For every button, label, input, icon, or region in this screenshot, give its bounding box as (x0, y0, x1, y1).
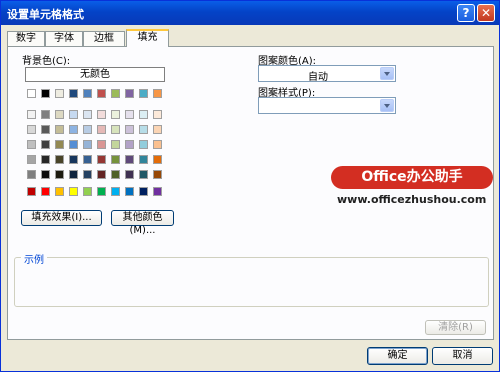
standard-color-swatch[interactable] (125, 187, 134, 196)
window-title: 设置单元格格式 (7, 8, 84, 21)
tint-color-swatch[interactable] (125, 155, 134, 164)
tint-color-swatch[interactable] (41, 110, 50, 119)
sample-group: 示例 (14, 251, 489, 307)
tint-color-swatch[interactable] (69, 125, 78, 134)
tint-color-swatch[interactable] (69, 170, 78, 179)
standard-color-swatch[interactable] (83, 187, 92, 196)
tint-color-swatch[interactable] (111, 155, 120, 164)
tint-color-swatch[interactable] (97, 125, 106, 134)
chevron-down-icon[interactable] (380, 67, 394, 80)
background-color-label: 背景色(C): (22, 56, 71, 67)
tint-color-swatch[interactable] (153, 125, 162, 134)
theme-color-swatch[interactable] (139, 89, 148, 98)
pattern-color-select[interactable]: 自动 (258, 65, 396, 83)
standard-color-swatch[interactable] (27, 187, 36, 196)
theme-color-swatch[interactable] (69, 89, 78, 98)
fill-effects-button[interactable]: 填充效果(I)... (21, 210, 102, 226)
tint-color-swatch[interactable] (153, 110, 162, 119)
theme-color-swatch[interactable] (153, 89, 162, 98)
theme-color-swatch[interactable] (111, 89, 120, 98)
help-icon[interactable]: ? (457, 4, 475, 22)
tint-color-swatch[interactable] (125, 170, 134, 179)
close-icon[interactable]: ✕ (477, 4, 495, 22)
theme-color-swatch[interactable] (27, 89, 36, 98)
tint-color-swatch[interactable] (153, 170, 162, 179)
tint-color-swatch[interactable] (55, 110, 64, 119)
tint-color-swatch[interactable] (139, 140, 148, 149)
tint-color-swatch[interactable] (69, 140, 78, 149)
tint-color-swatch[interactable] (83, 110, 92, 119)
tint-color-swatch[interactable] (27, 140, 36, 149)
clear-button[interactable]: 清除(R) (425, 320, 486, 335)
tint-color-swatch[interactable] (83, 155, 92, 164)
theme-color-swatch[interactable] (41, 89, 50, 98)
tint-color-swatch[interactable] (27, 155, 36, 164)
tint-color-swatch[interactable] (83, 125, 92, 134)
tint-color-swatch[interactable] (125, 110, 134, 119)
format-cells-dialog: 设置单元格格式 ? ✕ 数字 字体 边框 填充 背景色(C): 无颜色 填充效果… (0, 0, 500, 372)
tint-color-swatch[interactable] (97, 155, 106, 164)
tab-font[interactable]: 字体 (45, 31, 83, 46)
tint-color-swatch[interactable] (27, 110, 36, 119)
tint-color-swatch[interactable] (55, 125, 64, 134)
tint-color-swatch[interactable] (41, 170, 50, 179)
tint-color-swatch[interactable] (111, 140, 120, 149)
theme-color-swatch[interactable] (55, 89, 64, 98)
tint-color-swatch[interactable] (41, 140, 50, 149)
tint-color-swatch[interactable] (41, 125, 50, 134)
tint-color-swatch[interactable] (55, 155, 64, 164)
standard-color-swatch[interactable] (139, 187, 148, 196)
tab-number[interactable]: 数字 (7, 31, 45, 46)
tab-border[interactable]: 边框 (83, 31, 125, 46)
tint-color-swatch[interactable] (97, 110, 106, 119)
standard-color-swatch[interactable] (55, 187, 64, 196)
ok-button[interactable]: 确定 (367, 347, 428, 365)
tint-color-swatch[interactable] (139, 155, 148, 164)
watermark-logo: Office办公助手 (331, 166, 493, 189)
chevron-down-icon[interactable] (380, 99, 394, 112)
tint-color-swatch[interactable] (55, 170, 64, 179)
cancel-button[interactable]: 取消 (432, 347, 493, 365)
pattern-style-select[interactable] (258, 97, 396, 114)
standard-color-swatch[interactable] (97, 187, 106, 196)
tint-color-swatch[interactable] (139, 110, 148, 119)
tint-color-swatch[interactable] (125, 140, 134, 149)
tint-color-swatch[interactable] (41, 155, 50, 164)
tint-color-swatch[interactable] (153, 140, 162, 149)
tab-fill[interactable]: 填充 (126, 29, 169, 47)
tint-color-swatch[interactable] (27, 170, 36, 179)
sample-label: 示例 (21, 251, 47, 266)
standard-color-swatch[interactable] (153, 187, 162, 196)
tint-color-swatch[interactable] (27, 125, 36, 134)
tint-color-swatch[interactable] (69, 110, 78, 119)
pattern-color-value: 自动 (308, 72, 328, 83)
tint-color-swatch[interactable] (97, 170, 106, 179)
tint-color-swatch[interactable] (69, 155, 78, 164)
tint-color-swatch[interactable] (97, 140, 106, 149)
standard-color-swatch[interactable] (111, 187, 120, 196)
standard-color-swatch[interactable] (69, 187, 78, 196)
tint-color-swatch[interactable] (111, 110, 120, 119)
tint-color-swatch[interactable] (83, 170, 92, 179)
more-colors-button[interactable]: 其他颜色(M)... (111, 210, 174, 236)
tint-color-swatch[interactable] (111, 170, 120, 179)
theme-color-swatch[interactable] (83, 89, 92, 98)
no-color-button[interactable]: 无颜色 (25, 67, 165, 82)
watermark-url: www.officezhushou.com (337, 193, 487, 206)
tint-color-swatch[interactable] (139, 170, 148, 179)
theme-color-swatch[interactable] (97, 89, 106, 98)
tint-color-swatch[interactable] (125, 125, 134, 134)
theme-color-swatch[interactable] (125, 89, 134, 98)
tint-color-swatch[interactable] (153, 155, 162, 164)
title-bar[interactable]: 设置单元格格式 ? ✕ (1, 1, 499, 25)
tint-color-swatch[interactable] (139, 125, 148, 134)
tint-color-swatch[interactable] (55, 140, 64, 149)
standard-color-swatch[interactable] (41, 187, 50, 196)
tint-color-swatch[interactable] (83, 140, 92, 149)
tint-color-swatch[interactable] (111, 125, 120, 134)
